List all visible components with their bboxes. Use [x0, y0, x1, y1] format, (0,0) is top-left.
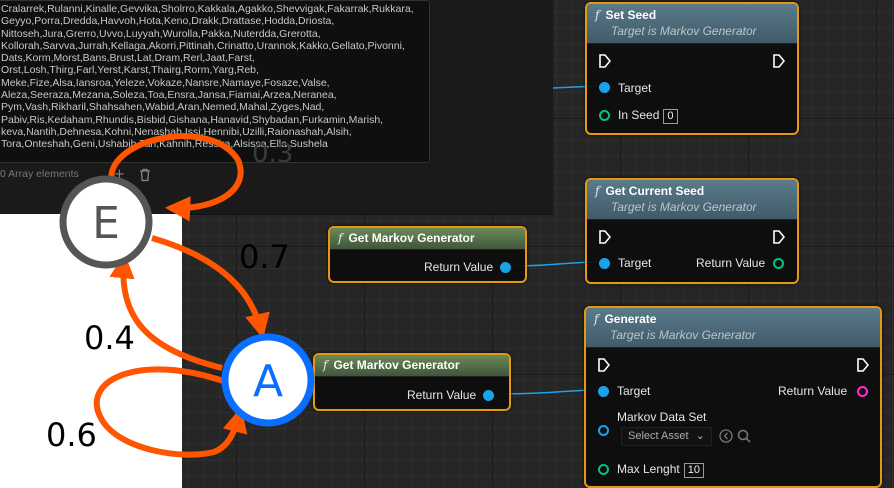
markov-chain-diagram: E A [59, 133, 315, 458]
arrow-a-to-e [109, 252, 223, 371]
state-e: E [59, 175, 153, 269]
prob-a-to-e: 0.4 [84, 319, 135, 357]
prob-e-self: 0.3 [252, 139, 294, 169]
state-a: A [221, 333, 315, 427]
state-a-label: A [253, 356, 283, 407]
arrow-a-self-loop [93, 366, 248, 458]
state-e-label: E [92, 198, 120, 249]
prob-e-to-a: 0.7 [239, 238, 290, 276]
blueprint-graph-canvas[interactable]: Cralarrek,Rulanni,Kinalle,Gevvika,Sholrr… [0, 0, 894, 488]
prob-a-self: 0.6 [46, 416, 97, 454]
